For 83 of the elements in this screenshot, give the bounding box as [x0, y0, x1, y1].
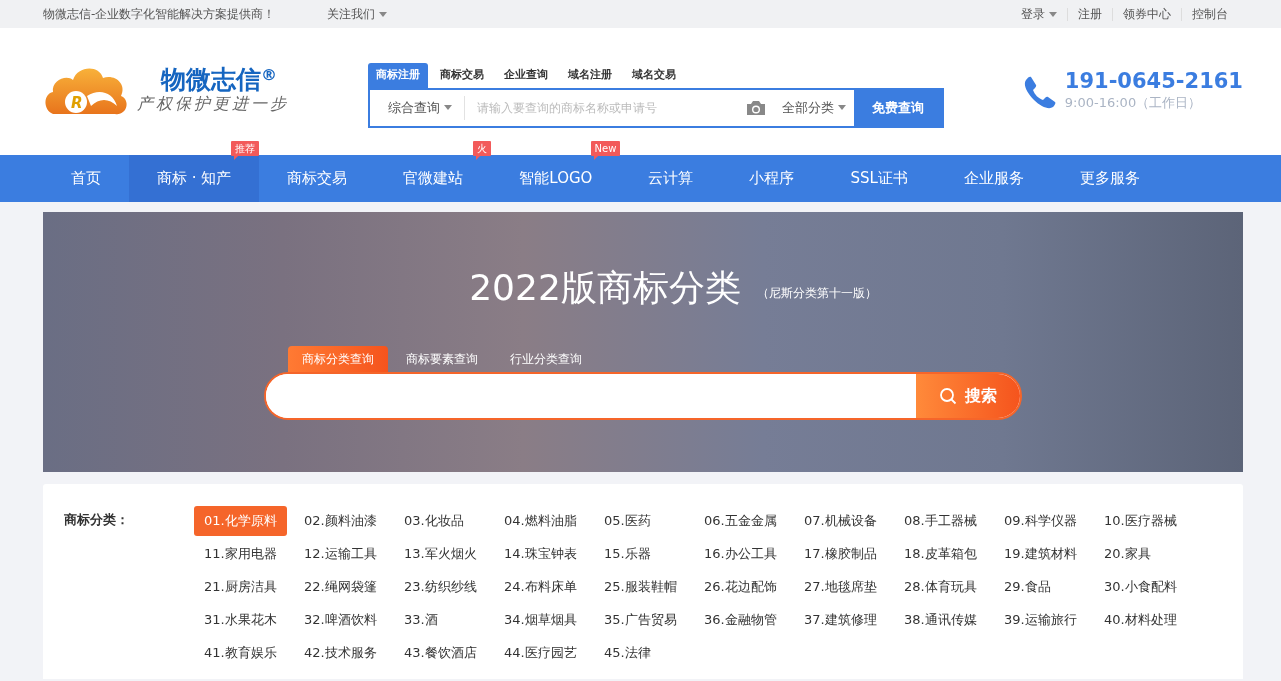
slogan-text: 物微志信-企业数字化智能解决方案提供商！: [43, 6, 276, 23]
class-item[interactable]: 15.乐器: [594, 539, 661, 569]
phone-number: 191-0645-2161: [1064, 70, 1243, 94]
category-dropdown[interactable]: 全部分类: [781, 98, 846, 118]
class-item[interactable]: 16.办公工具: [694, 539, 787, 569]
phone-icon: [1022, 74, 1057, 109]
search-tab[interactable]: 域名注册: [559, 63, 620, 88]
class-item[interactable]: 21.厨房洁具: [194, 572, 287, 602]
class-item[interactable]: 08.手工器械: [894, 506, 987, 536]
nav-item[interactable]: 更多服务: [1051, 155, 1168, 202]
class-item[interactable]: 42.技术服务: [294, 638, 387, 668]
class-item[interactable]: 44.医疗园艺: [494, 638, 587, 668]
banner-subtitle: （尼斯分类第十一版）: [756, 285, 877, 302]
search-tab[interactable]: 商标注册: [367, 63, 428, 88]
query-tab[interactable]: 商标要素查询: [392, 346, 492, 372]
class-item[interactable]: 30.小食配料: [1094, 572, 1187, 602]
search-tab[interactable]: 商标交易: [431, 63, 492, 88]
class-item[interactable]: 20.家具: [1094, 539, 1161, 569]
top-link[interactable]: 领券中心: [1112, 7, 1181, 21]
class-item[interactable]: 17.橡胶制品: [794, 539, 887, 569]
class-item[interactable]: 05.医药: [594, 506, 661, 536]
class-item[interactable]: 40.材料处理: [1094, 605, 1187, 635]
nav-item[interactable]: 智能LOGO: [491, 155, 621, 202]
service-hours: 9:00-16:00（工作日）: [1064, 94, 1203, 113]
class-item[interactable]: 36.金融物管: [694, 605, 787, 635]
class-item[interactable]: 22.绳网袋篷: [294, 572, 387, 602]
follow-us-menu[interactable]: 关注我们: [323, 5, 388, 23]
class-item[interactable]: 03.化妆品: [394, 506, 474, 536]
class-item[interactable]: 02.颜料油漆: [294, 506, 387, 536]
search-scope-dropdown[interactable]: 综合查询: [369, 95, 465, 120]
nav-item[interactable]: 企业服务: [935, 155, 1052, 202]
top-link[interactable]: 登录: [1011, 7, 1067, 21]
class-item[interactable]: 45.法律: [594, 638, 661, 668]
class-item[interactable]: 09.科学仪器: [994, 506, 1087, 536]
nav-item[interactable]: 商标 · 知产: [129, 155, 260, 202]
class-item[interactable]: 35.广告贸易: [594, 605, 687, 635]
class-item[interactable]: 11.家用电器: [194, 539, 287, 569]
caret-icon: [379, 12, 388, 17]
class-item[interactable]: 04.燃料油脂: [494, 506, 587, 536]
class-item[interactable]: 07.机械设备: [794, 506, 887, 536]
camera-icon[interactable]: [745, 99, 766, 116]
class-item[interactable]: 06.五金金属: [694, 506, 787, 536]
banner-title: 2022版商标分类: [469, 270, 741, 306]
search-tab[interactable]: 域名交易: [623, 63, 684, 88]
class-item[interactable]: 14.珠宝钟表: [494, 539, 587, 569]
class-item[interactable]: 38.通讯传媒: [894, 605, 987, 635]
class-item[interactable]: 23.纺织纱线: [394, 572, 487, 602]
class-item[interactable]: 18.皮革箱包: [894, 539, 987, 569]
class-item[interactable]: 27.地毯席垫: [794, 572, 887, 602]
caret-icon: [837, 105, 846, 111]
class-item[interactable]: 26.花边配饰: [694, 572, 787, 602]
class-item[interactable]: 32.啤酒饮料: [294, 605, 387, 635]
class-item[interactable]: 13.军火烟火: [394, 539, 487, 569]
class-item[interactable]: 29.食品: [994, 572, 1061, 602]
caret-icon: [443, 105, 452, 111]
nav-item[interactable]: 云计算: [620, 155, 722, 202]
nav-item[interactable]: SSL证书: [822, 155, 936, 202]
class-item[interactable]: 24.布料床单: [494, 572, 587, 602]
nav-item[interactable]: 官微建站: [375, 155, 492, 202]
class-item[interactable]: 33.酒: [394, 605, 448, 635]
class-item[interactable]: 19.建筑材料: [994, 539, 1087, 569]
free-search-button[interactable]: 免费查询: [853, 89, 942, 126]
class-label: 商标分类：: [64, 511, 130, 529]
search-tab[interactable]: 企业查询: [495, 63, 556, 88]
logo-tagline: 产权保护更进一步: [137, 93, 289, 115]
nav-item[interactable]: 首页: [43, 155, 129, 202]
class-item[interactable]: 34.烟草烟具: [494, 605, 587, 635]
nav-item[interactable]: 小程序: [721, 155, 823, 202]
logo-name: 物微志信®: [161, 67, 278, 92]
class-item[interactable]: 10.医疗器械: [1094, 506, 1187, 536]
class-item[interactable]: 12.运输工具: [294, 539, 387, 569]
class-item[interactable]: 39.运输旅行: [994, 605, 1087, 635]
class-item[interactable]: 41.教育娱乐: [194, 638, 287, 668]
class-item[interactable]: 43.餐饮酒店: [394, 638, 487, 668]
class-item[interactable]: 28.体育玩具: [894, 572, 987, 602]
class-item[interactable]: 37.建筑修理: [794, 605, 887, 635]
query-tab[interactable]: 行业分类查询: [496, 346, 596, 372]
nav-item[interactable]: 商标交易: [259, 155, 376, 202]
search-icon: [939, 387, 957, 405]
top-link[interactable]: 控制台: [1181, 7, 1238, 21]
class-item[interactable]: 31.水果花木: [194, 605, 287, 635]
class-item[interactable]: 25.服装鞋帽: [594, 572, 687, 602]
top-link[interactable]: 注册: [1067, 7, 1112, 21]
